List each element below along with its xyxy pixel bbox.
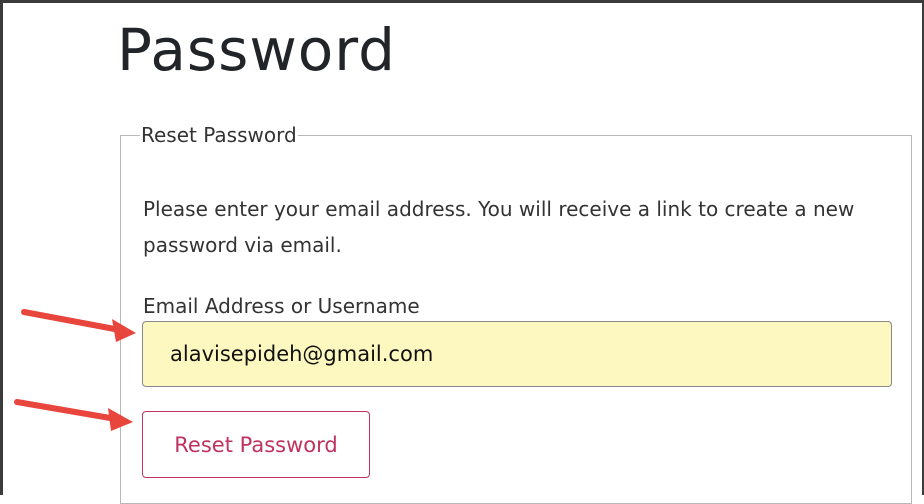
email-input[interactable] — [142, 321, 892, 387]
instructions-text: Please enter your email address. You wil… — [143, 197, 855, 257]
page-title: Password — [117, 16, 396, 84]
reset-password-legend: Reset Password — [141, 123, 297, 147]
reset-password-button[interactable]: Reset Password — [142, 411, 370, 478]
reset-password-fieldset: Reset Password Please enter your email a… — [120, 124, 912, 504]
arrow-icon — [21, 309, 136, 342]
arrow-icon — [14, 399, 133, 431]
email-label: Email Address or Username — [143, 294, 420, 318]
